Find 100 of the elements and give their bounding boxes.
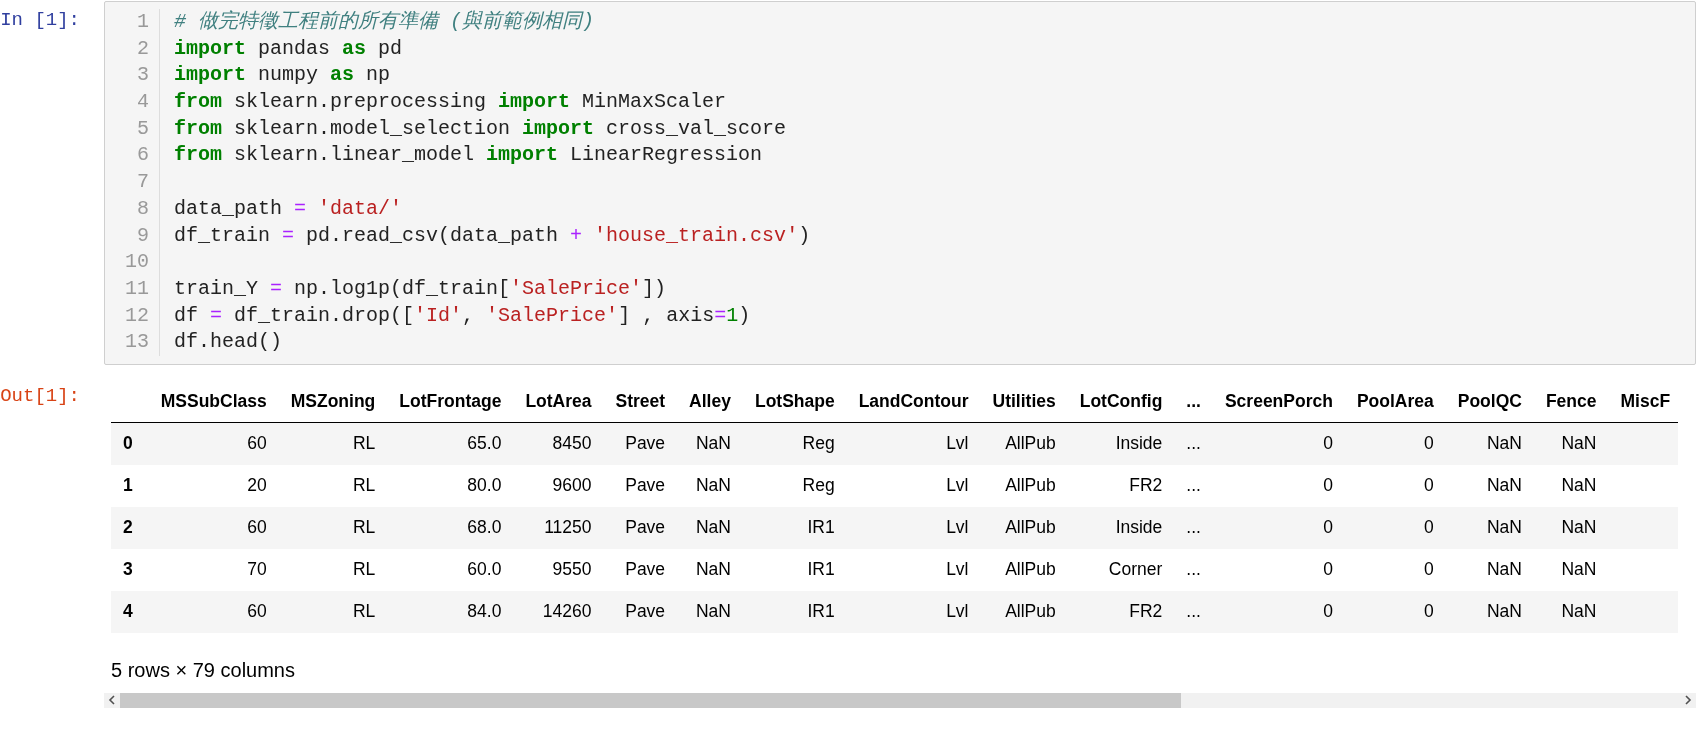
table-cell: RL — [274, 548, 384, 591]
column-header: LotConfig — [1063, 384, 1171, 423]
code-line: import pandas as pd — [174, 35, 403, 62]
table-cell: 60 — [144, 422, 275, 465]
line-number: 8 — [105, 195, 160, 223]
table-cell: 0 — [1340, 464, 1442, 507]
line-number: 1 — [105, 9, 160, 36]
table-cell: 70 — [144, 548, 275, 591]
table-summary: 5 rows × 79 columns — [111, 658, 296, 682]
column-header: ... — [1170, 384, 1209, 423]
table-cell: 60 — [144, 506, 275, 549]
table-cell: AllPub — [976, 506, 1064, 549]
table-cell: 8450 — [509, 422, 600, 465]
line-number: 7 — [105, 169, 160, 196]
table-cell: ... — [1170, 548, 1209, 591]
column-header: MSZoning — [274, 384, 384, 423]
table-cell: 11250 — [509, 506, 600, 549]
column-header: LotShape — [738, 384, 843, 423]
table-cell: ... — [1170, 464, 1209, 507]
line-number: 12 — [105, 302, 160, 330]
input-prompt: In [1]: — [0, 8, 81, 33]
row-index: 0 — [111, 422, 145, 465]
table-cell: NaN — [673, 422, 739, 465]
table-cell: NaN — [673, 548, 739, 591]
column-header: LotFrontage — [383, 384, 510, 423]
table-cell: 0 — [1340, 548, 1442, 591]
table-cell: 0 — [1208, 422, 1341, 465]
table-cell: 0 — [1208, 548, 1341, 591]
column-header: Utilities — [976, 384, 1064, 423]
code-line: from sklearn.preprocessing import MinMaxScaler — [174, 89, 727, 116]
table-cell: IR1 — [738, 506, 843, 549]
line-number: 2 — [105, 35, 160, 63]
table-cell: 0 — [1340, 590, 1442, 633]
row-index: 4 — [111, 590, 145, 633]
table-cell: NaN — [1441, 422, 1530, 465]
code-line: from sklearn.model_selection import cross_val_score — [174, 115, 787, 142]
table-cell: 0 — [1208, 464, 1341, 507]
column-header: MiscF — [1604, 384, 1679, 423]
table-cell: Lvl — [842, 548, 977, 591]
table-cell: Lvl — [842, 464, 977, 507]
code-line: df = df_train.drop(['Id', 'SalePrice'] , axis=1) — [174, 302, 751, 329]
scroll-left-icon[interactable] — [108, 695, 116, 706]
scrollbar-thumb[interactable] — [120, 692, 1181, 708]
table-cell: Inside — [1063, 506, 1171, 549]
table-cell: AllPub — [976, 548, 1064, 591]
column-header: MSSubClass — [144, 384, 275, 423]
table-cell: NaN — [1529, 422, 1605, 465]
line-number: 4 — [105, 89, 160, 116]
table-cell: NaN — [1441, 590, 1530, 633]
output-prompt: Out[1]: — [0, 383, 81, 409]
table-cell: ... — [1170, 422, 1209, 465]
line-number: 6 — [105, 142, 160, 170]
table-cell: 65.0 — [383, 422, 510, 465]
column-header: LandContour — [842, 384, 977, 423]
table-cell: Reg — [738, 422, 843, 465]
table-cell: 14260 — [509, 590, 600, 633]
row-index: 2 — [111, 506, 145, 549]
column-header: PoolQC — [1441, 384, 1530, 423]
table-cell: FR2 — [1063, 590, 1171, 633]
table-cell: RL — [274, 590, 384, 633]
code-line: import numpy as np — [174, 62, 391, 89]
table-cell: Pave — [599, 548, 674, 591]
table-cell: 0 — [1208, 590, 1341, 633]
code-line: from sklearn.linear_model import LinearRegression — [174, 142, 763, 169]
row-index: 3 — [111, 548, 145, 591]
row-index: 1 — [111, 464, 145, 507]
column-header: ScreenPorch — [1208, 384, 1341, 423]
table-cell: ... — [1170, 590, 1209, 633]
table-cell: 9600 — [509, 464, 600, 507]
column-header: Street — [599, 384, 674, 423]
line-number: 13 — [105, 329, 160, 356]
table-cell: 0 — [1340, 422, 1442, 465]
code-editor[interactable] — [104, 1, 1696, 365]
table-cell: 60.0 — [383, 548, 510, 591]
table-cell: 9550 — [509, 548, 600, 591]
table-cell: NaN — [1441, 548, 1530, 591]
table-cell: NaN — [1441, 464, 1530, 507]
scroll-right-icon[interactable] — [1684, 695, 1692, 706]
code-line: train_Y = np.log1p(df_train['SalePrice']) — [174, 275, 667, 302]
code-line: data_path = 'data/' — [174, 195, 403, 222]
table-cell: AllPub — [976, 590, 1064, 633]
table-cell: AllPub — [976, 422, 1064, 465]
code-line: df.head() — [174, 329, 283, 356]
table-cell: RL — [274, 422, 384, 465]
table-cell: NaN — [673, 464, 739, 507]
table-cell: NaN — [1529, 464, 1605, 507]
table-cell: Lvl — [842, 590, 977, 633]
table-cell: Pave — [599, 506, 674, 549]
table-cell: 84.0 — [383, 590, 510, 633]
column-header: LotArea — [509, 384, 600, 423]
table-cell: Lvl — [842, 422, 977, 465]
table-cell: NaN — [1529, 548, 1605, 591]
line-number: 10 — [105, 249, 160, 276]
column-header: Alley — [673, 384, 739, 423]
table-cell: 0 — [1340, 506, 1442, 549]
horizontal-scrollbar[interactable] — [104, 692, 1696, 708]
table-cell: IR1 — [738, 590, 843, 633]
line-number: 9 — [105, 222, 160, 250]
code-line: # 做完特徵工程前的所有準備 (與前範例相同) — [174, 9, 594, 35]
table-cell: 80.0 — [383, 464, 510, 507]
